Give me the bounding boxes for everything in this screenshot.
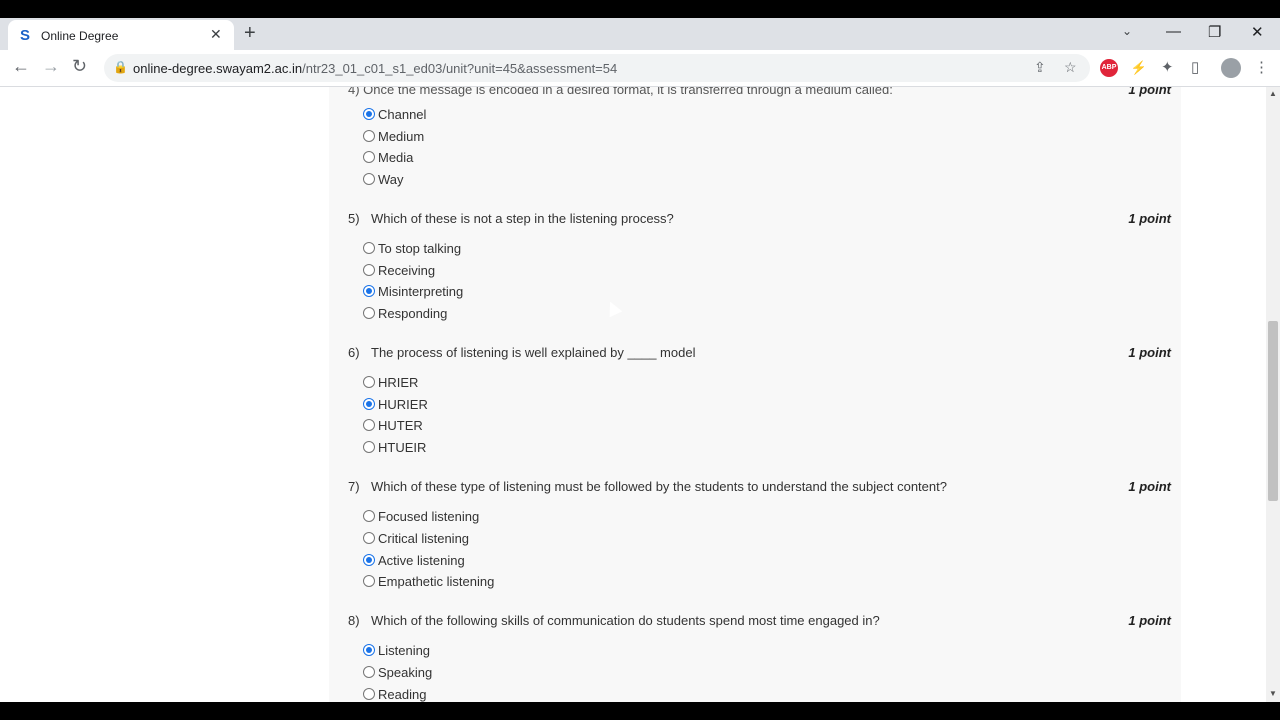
minimize-button[interactable]: —: [1166, 23, 1181, 40]
question-number: 8): [348, 613, 360, 628]
forward-icon[interactable]: →: [42, 56, 60, 77]
assessment-panel: 4) Once the message is encoded in a desi…: [329, 87, 1181, 702]
question-4-text: 4) Once the message is encoded in a desi…: [348, 87, 893, 97]
scroll-thumb[interactable]: [1268, 321, 1278, 501]
tab-title: Online Degree: [41, 29, 119, 43]
question-text: Which of the following skills of communi…: [371, 613, 880, 628]
radio-button[interactable]: [363, 419, 375, 431]
radio-button[interactable]: [363, 398, 375, 410]
radio-button[interactable]: [363, 532, 375, 544]
question-4-points: 1 point: [1128, 87, 1171, 97]
bookmark-star-icon[interactable]: ☆: [1064, 59, 1077, 76]
bottom-black-bar: [0, 702, 1280, 720]
new-tab-button[interactable]: +: [244, 22, 256, 45]
question-points: 1 point: [1128, 479, 1171, 494]
page-content: 4) Once the message is encoded in a desi…: [0, 87, 1266, 702]
profile-avatar[interactable]: [1221, 58, 1241, 78]
lock-icon: 🔒: [113, 60, 128, 74]
radio-button[interactable]: [363, 130, 375, 142]
extensions-puzzle-icon[interactable]: ✦: [1161, 58, 1174, 76]
question-text: Which of these is not a step in the list…: [371, 211, 674, 226]
adblock-extension-icon[interactable]: ABP: [1100, 59, 1118, 77]
radio-button[interactable]: [363, 376, 375, 388]
radio-button[interactable]: [363, 307, 375, 319]
scroll-down-arrow-icon[interactable]: ▼: [1269, 689, 1277, 698]
question-text: The process of listening is well explain…: [371, 345, 696, 360]
top-black-bar: [0, 0, 1280, 18]
url-text[interactable]: online-degree.swayam2.ac.in/ntr23_01_c01…: [133, 61, 617, 76]
address-bar[interactable]: 🔒 online-degree.swayam2.ac.in/ntr23_01_c…: [104, 54, 1090, 82]
radio-button[interactable]: [363, 264, 375, 276]
radio-button[interactable]: [363, 554, 375, 566]
swayam-favicon-icon: S: [20, 27, 31, 44]
radio-button[interactable]: [363, 151, 375, 163]
share-icon[interactable]: ⇪: [1034, 59, 1046, 76]
menu-kebab-icon[interactable]: ⋮: [1254, 58, 1269, 76]
back-icon[interactable]: ←: [12, 56, 30, 77]
radio-button[interactable]: [363, 173, 375, 185]
scroll-up-arrow-icon[interactable]: ▲: [1269, 89, 1277, 98]
restore-button[interactable]: ❐: [1208, 23, 1221, 41]
question-number: 5): [348, 211, 360, 226]
radio-button[interactable]: [363, 688, 375, 700]
radio-button[interactable]: [363, 575, 375, 587]
question-points: 1 point: [1128, 211, 1171, 226]
question-points: 1 point: [1128, 613, 1171, 628]
tab-strip: S Online Degree ✕ + ⌄ — ❐ ✕: [0, 18, 1280, 50]
question-number: 7): [348, 479, 360, 494]
question-text: Which of these type of listening must be…: [371, 479, 947, 494]
window-close-button[interactable]: ✕: [1251, 23, 1264, 41]
radio-button[interactable]: [363, 108, 375, 120]
browser-window: S Online Degree ✕ + ⌄ — ❐ ✕ ← → ↻ 🔒 onli…: [0, 18, 1280, 702]
tab-search-icon[interactable]: ⌄: [1122, 24, 1132, 38]
radio-button[interactable]: [363, 666, 375, 678]
radio-button[interactable]: [363, 441, 375, 453]
extension-bolt-icon[interactable]: ⚡: [1130, 59, 1148, 77]
question-points: 1 point: [1128, 345, 1171, 360]
radio-button[interactable]: [363, 285, 375, 297]
radio-button[interactable]: [363, 510, 375, 522]
page-scrollbar[interactable]: ▲ ▼: [1266, 87, 1280, 702]
close-tab-icon[interactable]: ✕: [210, 26, 222, 43]
tab-online-degree[interactable]: S Online Degree ✕: [8, 20, 234, 50]
question-number: 6): [348, 345, 360, 360]
radio-button[interactable]: [363, 242, 375, 254]
side-panel-icon[interactable]: ▯: [1191, 58, 1199, 76]
reload-icon[interactable]: ↻: [72, 56, 87, 77]
browser-toolbar: ← → ↻ 🔒 online-degree.swayam2.ac.in/ntr2…: [0, 50, 1280, 87]
radio-button[interactable]: [363, 644, 375, 656]
